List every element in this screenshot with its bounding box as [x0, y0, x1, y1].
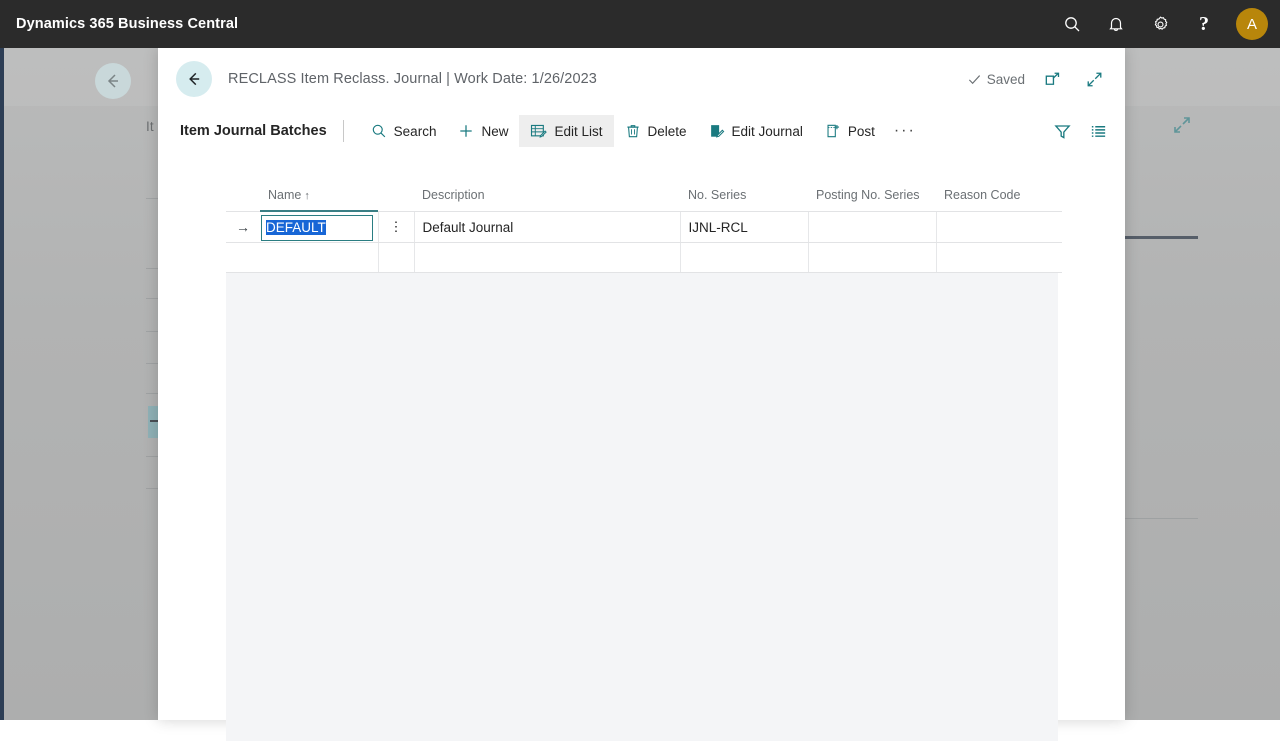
cell-posting-no-series[interactable]: [808, 211, 937, 243]
dialog-back-button[interactable]: [176, 61, 212, 97]
item-journal-batches-grid: Name ↑ Description No. Series Posting No.…: [226, 180, 1062, 273]
new-button-label: New: [481, 123, 509, 139]
dialog-header: RECLASS Item Reclass. Journal | Work Dat…: [158, 48, 1125, 110]
backdrop-nav-strip: [0, 48, 4, 720]
column-header-rowmenu: [378, 180, 414, 212]
backdrop-row-line: [1116, 518, 1198, 519]
help-label: ?: [1199, 12, 1209, 35]
command-bar: Item Journal Batches Search New Edit Lis…: [158, 110, 1125, 152]
new-button[interactable]: New: [447, 115, 519, 147]
column-header-reason-code-label: Reason Code: [944, 188, 1021, 202]
list-view-icon: [1091, 125, 1105, 137]
item-journal-batches-dialog: RECLASS Item Reclass. Journal | Work Dat…: [158, 48, 1125, 741]
column-header-no-series[interactable]: No. Series: [680, 180, 808, 212]
cell-reason-code[interactable]: [936, 242, 1062, 273]
search-icon: [372, 124, 385, 138]
filter-funnel-icon: [1053, 124, 1071, 139]
column-header-name-label: Name: [268, 188, 302, 202]
settings-button[interactable]: [1140, 4, 1180, 44]
post-icon: [827, 124, 839, 138]
column-header-description-label: Description: [422, 188, 485, 202]
gear-icon: [1154, 16, 1167, 30]
dialog-title: RECLASS Item Reclass. Journal | Work Dat…: [228, 71, 597, 87]
list-view-button[interactable]: [1083, 116, 1113, 146]
cell-description[interactable]: [414, 242, 681, 273]
open-in-new-window-button[interactable]: [1037, 64, 1067, 94]
expand-diagonal-icon: [1087, 72, 1101, 86]
topbar-actions: ? A: [1052, 4, 1280, 44]
row-context-menu-button[interactable]: [378, 242, 415, 273]
edit-list-button[interactable]: Edit List: [519, 115, 614, 147]
table-row[interactable]: [226, 242, 1062, 273]
expand-dialog-button[interactable]: [1079, 64, 1109, 94]
dialog-content-area: Name ↑ Description No. Series Posting No.…: [226, 180, 1062, 741]
command-bar-right-actions: [1047, 116, 1113, 146]
dialog-header-actions: Saved: [967, 64, 1125, 94]
avatar-initial: A: [1246, 15, 1257, 33]
column-header-reason-code[interactable]: Reason Code: [936, 180, 1062, 212]
sort-ascending-icon: ↑: [304, 190, 310, 202]
status-badge: Saved: [967, 72, 1025, 87]
column-header-posting-no-series-label: Posting No. Series: [816, 188, 920, 202]
search-icon: [1065, 17, 1080, 32]
post-button-label: Post: [847, 123, 875, 139]
kebab-menu-icon: ⋮: [389, 219, 403, 234]
edit-journal-button-label: Edit Journal: [731, 123, 803, 139]
command-bar-separator: [342, 120, 344, 142]
search-button[interactable]: [1052, 4, 1092, 44]
app-title: Dynamics 365 Business Central: [16, 16, 239, 32]
backdrop-page-title: It: [146, 119, 154, 134]
column-header-no-series-label: No. Series: [688, 188, 747, 202]
cell-name[interactable]: [260, 211, 379, 243]
cell-posting-no-series[interactable]: [808, 242, 937, 273]
table-header-row: Name ↑ Description No. Series Posting No.…: [226, 180, 1062, 212]
table-header: Name ↑ Description No. Series Posting No.…: [226, 180, 1062, 212]
arrow-left-icon: [189, 72, 200, 86]
delete-button[interactable]: Delete: [614, 115, 698, 147]
edit-journal-icon: [710, 125, 724, 138]
filter-button[interactable]: [1047, 116, 1077, 146]
backdrop-accent-rule: [1116, 236, 1198, 239]
cell-reason-code[interactable]: [936, 211, 1062, 243]
row-indicator-cell: [226, 242, 260, 273]
checkmark-icon: [968, 74, 980, 84]
cell-no-series[interactable]: [680, 242, 809, 273]
batches-table: Name ↑ Description No. Series Posting No.…: [226, 180, 1062, 273]
post-button[interactable]: Post: [814, 115, 886, 147]
saved-label: Saved: [986, 71, 1025, 87]
search-button[interactable]: Search: [360, 115, 448, 147]
column-header-posting-no-series[interactable]: Posting No. Series: [808, 180, 936, 212]
table-row[interactable]: → ⋮ Default Journal IJNL-RCL: [226, 211, 1062, 243]
arrow-left-icon: [107, 74, 118, 88]
cell-no-series[interactable]: IJNL-RCL: [680, 211, 809, 243]
edit-list-button-label: Edit List: [554, 123, 603, 139]
column-header-description[interactable]: Description: [414, 180, 680, 212]
more-options-button[interactable]: ···: [886, 115, 924, 147]
search-button-label: Search: [393, 123, 437, 139]
edit-journal-button[interactable]: Edit Journal: [698, 115, 814, 147]
open-in-new-window-icon: [1045, 72, 1059, 85]
row-selected-arrow-icon: →: [236, 219, 250, 235]
notifications-button[interactable]: [1096, 4, 1136, 44]
backdrop-expand-icon: [1172, 115, 1192, 140]
backdrop-back-button: [95, 63, 131, 99]
edit-list-icon: [531, 124, 548, 138]
row-indicator-cell: →: [226, 211, 260, 243]
avatar[interactable]: A: [1236, 8, 1268, 40]
cell-description[interactable]: Default Journal: [414, 211, 681, 243]
cell-name[interactable]: [260, 242, 379, 273]
name-input[interactable]: [261, 214, 373, 241]
help-button[interactable]: ?: [1184, 4, 1224, 44]
row-context-menu-button[interactable]: ⋮: [378, 211, 415, 243]
plus-icon: [460, 125, 473, 137]
column-header-rowindicator: [226, 180, 260, 212]
trash-icon: [626, 125, 639, 138]
command-bar-heading: Item Journal Batches: [180, 123, 327, 139]
table-body: → ⋮ Default Journal IJNL-RCL: [226, 211, 1062, 273]
delete-button-label: Delete: [647, 123, 687, 139]
column-header-name[interactable]: Name ↑: [260, 180, 378, 212]
top-app-bar: Dynamics 365 Business Central ? A: [0, 0, 1280, 48]
bell-icon: [1109, 17, 1123, 31]
